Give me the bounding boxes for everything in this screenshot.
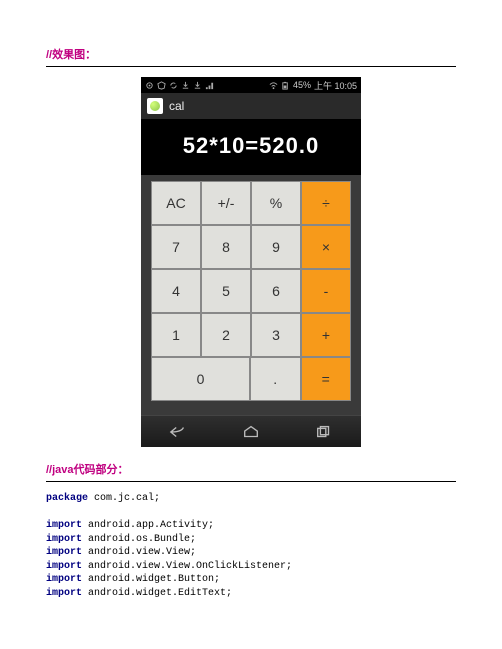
- calculator-display: 52*10=520.0: [141, 119, 361, 175]
- eye-icon: [145, 81, 154, 90]
- key-divide[interactable]: ÷: [301, 181, 351, 225]
- key-8[interactable]: 8: [201, 225, 251, 269]
- keyword-import: import: [46, 574, 82, 585]
- key-dot[interactable]: .: [250, 357, 301, 401]
- section-header-code: //java代码部分：: [46, 461, 456, 482]
- app-title-bar: cal: [141, 93, 361, 119]
- battery-icon: [281, 81, 290, 90]
- import-statement: android.app.Activity;: [82, 520, 214, 531]
- android-nav-bar: [141, 415, 361, 447]
- key-ac[interactable]: AC: [151, 181, 201, 225]
- nav-recents-button[interactable]: [304, 422, 344, 442]
- key-9[interactable]: 9: [251, 225, 301, 269]
- nav-back-button[interactable]: [158, 422, 198, 442]
- shield-icon: [157, 81, 166, 90]
- download-icon: [181, 81, 190, 90]
- keyword-package: package: [46, 493, 88, 504]
- import-statement: android.os.Bundle;: [82, 534, 196, 545]
- import-statement: android.view.View.OnClickListener;: [82, 561, 292, 572]
- status-bar: 45% 上午 10:05: [141, 77, 361, 93]
- keyword-import: import: [46, 561, 82, 572]
- java-code-block: package com.jc.cal; import android.app.A…: [46, 492, 456, 600]
- package-name: com.jc.cal;: [88, 493, 160, 504]
- key-minus[interactable]: -: [301, 269, 351, 313]
- key-0[interactable]: 0: [151, 357, 250, 401]
- key-plus[interactable]: +: [301, 313, 351, 357]
- download-icon-2: [193, 81, 202, 90]
- battery-percent: 45%: [293, 80, 311, 90]
- calculator-keypad: AC +/- % ÷ 7 8 9 × 4 5 6 -: [141, 175, 361, 415]
- wifi-icon: [269, 81, 278, 90]
- app-title: cal: [169, 99, 184, 113]
- screenshot-figure: 45% 上午 10:05 cal 52*10=520.0 AC +/- % ÷ …: [46, 77, 456, 447]
- import-statement: android.view.View;: [82, 547, 196, 558]
- keyword-import: import: [46, 534, 82, 545]
- key-6[interactable]: 6: [251, 269, 301, 313]
- sync-icon: [169, 81, 178, 90]
- clock-text: 上午 10:05: [314, 79, 357, 92]
- key-sign[interactable]: +/-: [201, 181, 251, 225]
- key-percent[interactable]: %: [251, 181, 301, 225]
- android-phone-mock: 45% 上午 10:05 cal 52*10=520.0 AC +/- % ÷ …: [141, 77, 361, 447]
- key-2[interactable]: 2: [201, 313, 251, 357]
- calculator-display-text: 52*10=520.0: [141, 133, 361, 159]
- key-equals[interactable]: =: [301, 357, 352, 401]
- keyword-import: import: [46, 520, 82, 531]
- keyword-import: import: [46, 547, 82, 558]
- key-7[interactable]: 7: [151, 225, 201, 269]
- key-multiply[interactable]: ×: [301, 225, 351, 269]
- nav-home-button[interactable]: [231, 422, 271, 442]
- app-launcher-icon: [147, 98, 163, 114]
- signal-icon: [205, 81, 214, 90]
- key-3[interactable]: 3: [251, 313, 301, 357]
- import-statement: android.widget.EditText;: [82, 588, 232, 599]
- key-4[interactable]: 4: [151, 269, 201, 313]
- key-1[interactable]: 1: [151, 313, 201, 357]
- section-header-screenshot: //效果图：: [46, 46, 456, 67]
- import-statement: android.widget.Button;: [82, 574, 220, 585]
- key-5[interactable]: 5: [201, 269, 251, 313]
- keyword-import: import: [46, 588, 82, 599]
